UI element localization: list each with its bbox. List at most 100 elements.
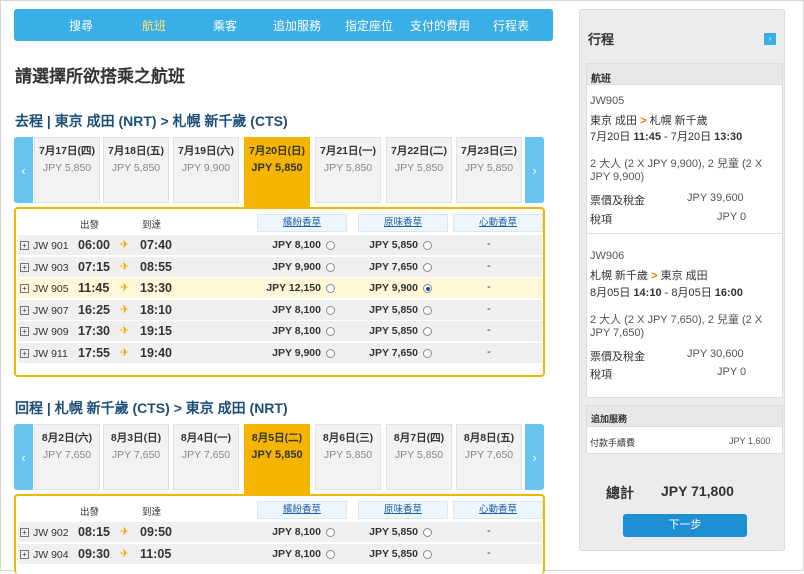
flight-row[interactable]: + JW 911 17:55 ✈ 19:40 JPY 9,900 JPY 7,650 - (18, 342, 542, 364)
flight-row[interactable]: + JW 901 06:00 ✈ 07:40 JPY 8,100 JPY 5,850 - (18, 235, 542, 256)
premium-fare-price: JPY 9,900 (272, 346, 321, 359)
flights-summary-box: 航班 JW905 東京 成田 > 札幌 新千歲 7月20日 11:45 - 7月… (586, 63, 783, 398)
leg1-dep-date: 7月20日 (590, 131, 634, 143)
premium-fare-price: JPY 8,100 (272, 303, 321, 316)
inbound-date-cell[interactable]: 8月6日(三) JPY 5,850 (315, 424, 381, 490)
outbound-date-cell[interactable]: 7月22日(二) JPY 5,850 (386, 137, 452, 203)
outbound-date-cell[interactable]: 7月17日(四) JPY 5,850 (34, 137, 100, 203)
inbound-date-cell[interactable]: 8月7日(四) JPY 5,850 (386, 424, 452, 490)
date-label: 7月20日(日) (248, 145, 305, 157)
departure-time: 11:45 (78, 281, 110, 295)
premium-fare-radio[interactable] (326, 528, 335, 537)
outbound-next-dates-button[interactable]: › (525, 137, 544, 203)
flight-number: JW 909 (33, 326, 69, 338)
departure-time: 06:00 (78, 238, 110, 252)
outbound-date-cell-selected[interactable]: 7月20日(日) JPY 5,850 (244, 137, 310, 207)
inbound-date-cell[interactable]: 8月3日(日) JPY 7,650 (103, 424, 169, 490)
premium-fare-price: JPY 9,900 (272, 260, 321, 273)
premium-fare-radio[interactable] (326, 241, 335, 250)
nav-step-itinerary[interactable]: 行程表 (493, 17, 529, 34)
outbound-date-cell[interactable]: 7月23日(三) JPY 5,850 (456, 137, 522, 203)
inbound-date-cell[interactable]: 8月8日(五) JPY 7,650 (456, 424, 522, 490)
nav-step-payment[interactable]: 支付的費用 (410, 17, 470, 34)
fare-column-standard[interactable]: 原味香草 (358, 501, 448, 519)
fare-column-standard[interactable]: 原味香草 (358, 214, 448, 232)
expand-icon[interactable]: + (20, 262, 29, 272)
nav-step-search[interactable]: 搜尋 (69, 17, 93, 34)
expand-icon[interactable]: + (20, 327, 29, 336)
leg2-dep-time: 14:10 (633, 287, 662, 299)
date-price: JPY 5,850 (251, 449, 303, 461)
inbound-prev-dates-button[interactable]: ‹ (14, 424, 33, 490)
date-label: 7月22日(二) (390, 145, 447, 157)
expand-icon[interactable]: + (20, 305, 29, 315)
inbound-date-cell-selected[interactable]: 8月5日(二) JPY 5,850 (244, 424, 310, 494)
outbound-date-cell[interactable]: 7月21日(一) JPY 5,850 (315, 137, 381, 203)
flight-row[interactable]: + JW 904 09:30 ✈ 11:05 JPY 8,100 JPY 5,850 - (18, 543, 542, 565)
outbound-date-cell[interactable]: 7月18日(五) JPY 5,850 (103, 137, 169, 203)
standard-fare-radio[interactable] (423, 284, 432, 293)
header-arrival: 到達 (142, 220, 162, 231)
fare-column-promo[interactable]: 心動香草 (453, 214, 543, 232)
flight-number: JW 902 (33, 527, 69, 539)
premium-fare-price: JPY 12,150 (266, 282, 321, 294)
standard-fare-price: JPY 7,650 (369, 260, 418, 273)
expand-icon[interactable]: + (20, 241, 29, 250)
flight-row[interactable]: + JW 903 07:15 ✈ 08:55 JPY 9,900 JPY 7,650 - (18, 256, 542, 278)
outbound-date-cell[interactable]: 7月19日(六) JPY 9,900 (173, 137, 239, 203)
nav-step-flights[interactable]: 航班 (142, 17, 166, 34)
standard-fare-radio[interactable] (423, 262, 432, 272)
expand-icon[interactable]: + (20, 528, 29, 537)
leg1-fare-label: 票價及稅金 (590, 195, 645, 207)
booking-steps-nav: 搜尋 航班 乘客 追加服務 指定座位 支付的費用 行程表 (14, 9, 553, 41)
leg2-arr-date: - 8月05日 (661, 287, 715, 299)
premium-fare-radio[interactable] (326, 327, 335, 336)
leg2-fare-value: JPY 30,600 (687, 348, 744, 360)
departure-time: 16:25 (78, 302, 110, 317)
arrival-time: 18:10 (140, 302, 172, 317)
premium-fare-radio[interactable] (326, 262, 335, 272)
premium-fare-radio[interactable] (326, 305, 335, 315)
leg1-tax-label: 稅項 (590, 214, 612, 226)
standard-fare-radio[interactable] (423, 348, 432, 358)
standard-fare-radio[interactable] (423, 241, 432, 250)
flight-row[interactable]: + JW 907 16:25 ✈ 18:10 JPY 8,100 JPY 5,850 - (18, 299, 542, 321)
outbound-prev-dates-button[interactable]: ‹ (14, 137, 33, 203)
fare-column-promo[interactable]: 心動香草 (453, 501, 543, 519)
flight-row[interactable]: + JW 902 08:15 ✈ 09:50 JPY 8,100 JPY 5,850 - (18, 522, 542, 543)
premium-fare-radio[interactable] (326, 284, 335, 293)
flight-row[interactable]: + JW 905 11:45 ✈ 13:30 JPY 12,150 JPY 9,900 - (18, 278, 542, 299)
premium-fare-radio[interactable] (326, 549, 335, 559)
fare-column-premium[interactable]: 繽紛香草 (257, 214, 347, 232)
standard-fare-price: JPY 5,850 (369, 239, 418, 251)
fare-column-premium[interactable]: 繽紛香草 (257, 501, 347, 519)
leg2-arr-time: 16:00 (714, 287, 743, 299)
promo-fare-unavailable: - (487, 525, 491, 537)
date-label: 8月2日(六) (41, 432, 93, 444)
inbound-date-cell[interactable]: 8月4日(一) JPY 7,650 (173, 424, 239, 490)
chevron-right-icon: › (532, 449, 537, 465)
inbound-title: 回程 | 札幌 新千歲 (CTS) > 東京 成田 (NRT) (15, 400, 288, 416)
next-step-button[interactable]: 下一步 (623, 514, 747, 537)
standard-fare-radio[interactable] (423, 305, 432, 315)
premium-fare-price: JPY 8,100 (272, 239, 321, 251)
nav-step-seats[interactable]: 指定座位 (345, 17, 393, 34)
promo-fare-unavailable: - (487, 345, 491, 358)
inbound-date-cell[interactable]: 8月2日(六) JPY 7,650 (34, 424, 100, 490)
expand-icon[interactable]: + (20, 549, 29, 559)
expand-icon[interactable]: + (20, 348, 29, 358)
standard-fare-radio[interactable] (423, 549, 432, 559)
premium-fare-radio[interactable] (326, 348, 335, 358)
standard-fare-radio[interactable] (423, 327, 432, 336)
promo-fare-unavailable: - (487, 238, 491, 250)
flight-row[interactable]: + JW 909 17:30 ✈ 19:15 JPY 8,100 JPY 5,850 - (18, 321, 542, 342)
expand-icon[interactable]: + (20, 284, 29, 293)
nav-step-passengers[interactable]: 乘客 (213, 17, 237, 34)
airplane-icon: ✈ (120, 325, 130, 337)
inbound-next-dates-button[interactable]: › (525, 424, 544, 490)
standard-fare-radio[interactable] (423, 528, 432, 537)
standard-fare-price: JPY 5,850 (369, 325, 418, 337)
arrival-time: 11:05 (140, 546, 172, 561)
nav-step-extras[interactable]: 追加服務 (273, 17, 321, 34)
collapse-toggle-icon[interactable]: › (764, 33, 776, 45)
